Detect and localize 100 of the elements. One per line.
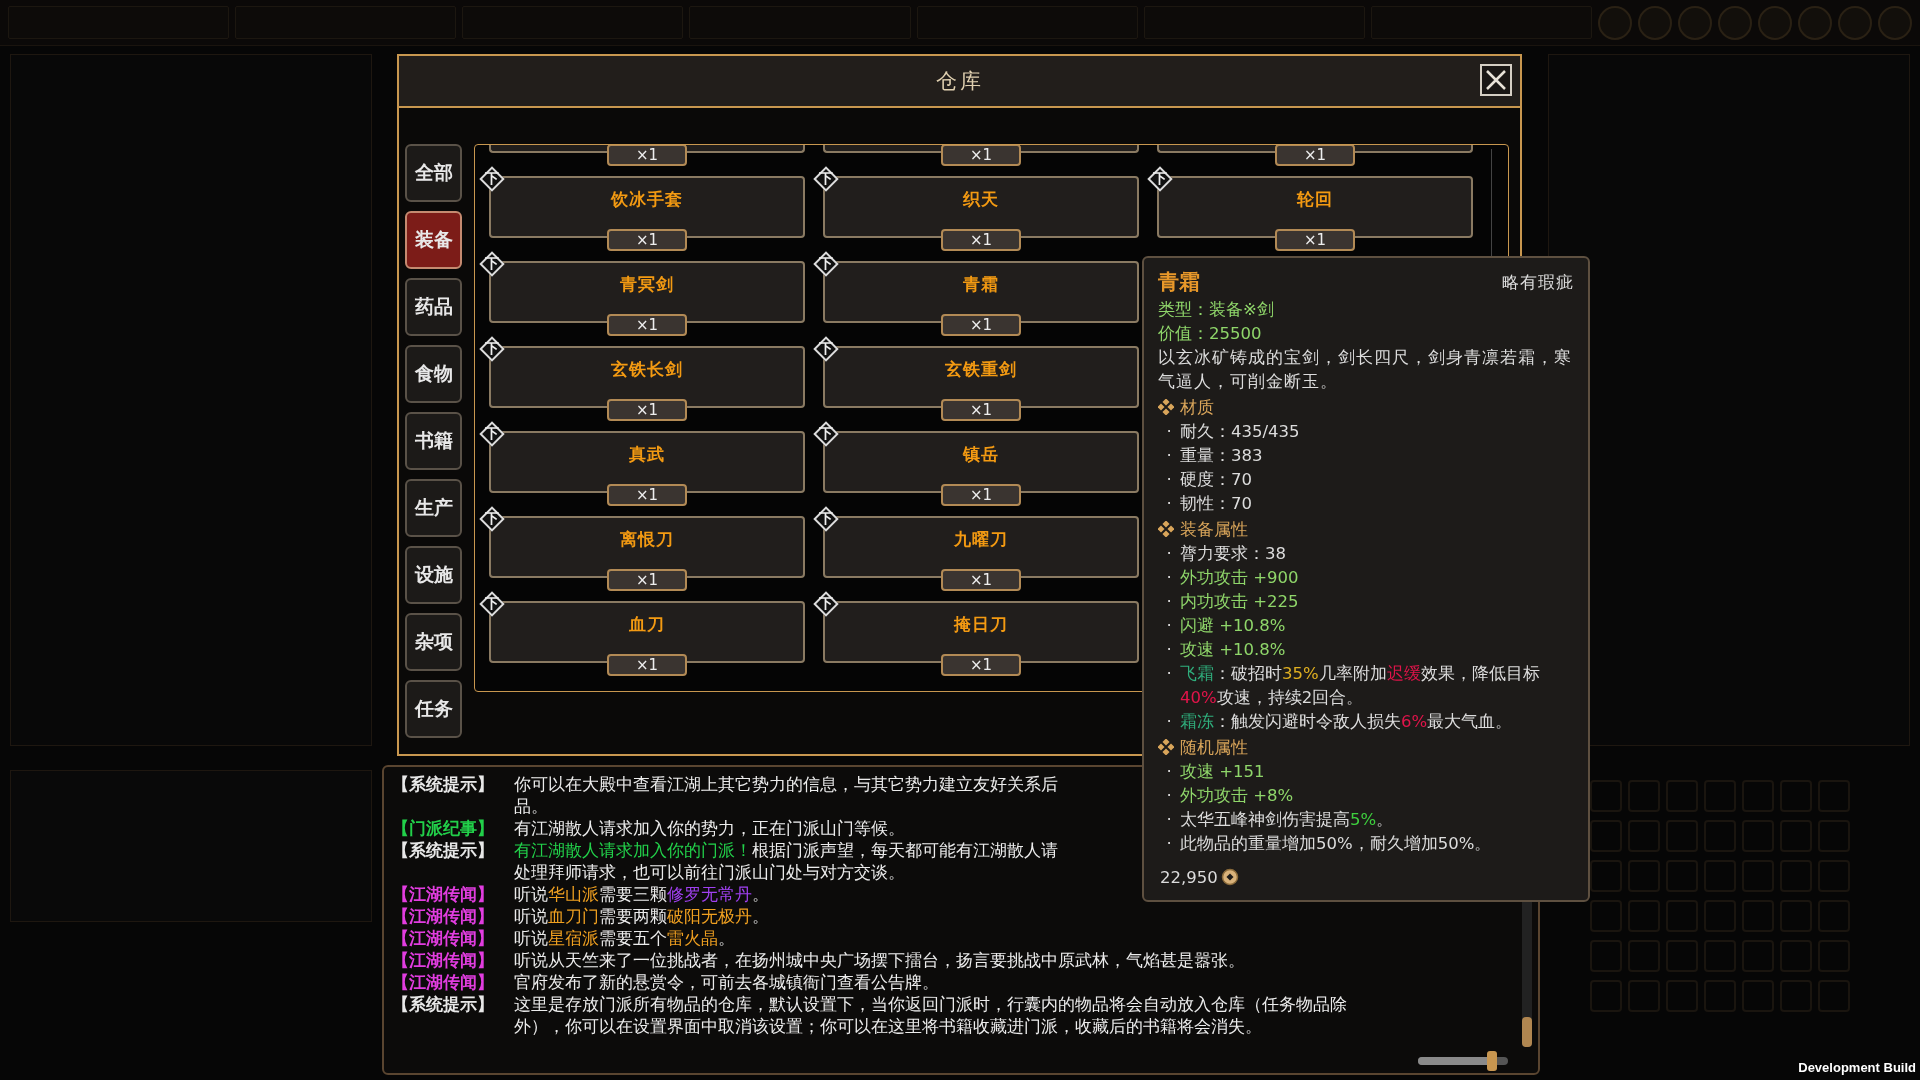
category-tab[interactable]: 全部 (405, 144, 462, 202)
item-attribute: 闪避 +10.8% (1180, 615, 1286, 637)
item-count: ×1 (941, 145, 1021, 166)
item-title: 青霜 (1158, 269, 1200, 296)
message-text: 你可以在大殿中查看江湖上其它势力的信息，与其它势力建立友好关系后 (514, 772, 1058, 796)
menu-icon[interactable] (1758, 6, 1792, 40)
message-tag: 【门派纪事】 (392, 816, 514, 840)
item-attribute: 耐久：435/435 (1180, 421, 1300, 443)
bullet-mark: · (1165, 567, 1173, 589)
item-attribute: 韧性：70 (1180, 493, 1252, 515)
bullet-mark: · (1165, 543, 1173, 565)
category-tab[interactable]: 书籍 (405, 412, 462, 470)
menu-icon[interactable] (1838, 6, 1872, 40)
grade-mark: 下 (811, 249, 841, 279)
item-count: ×1 (941, 654, 1021, 676)
message-tag: 【江湖传闻】 (392, 882, 514, 906)
diamond-cluster-icon (1158, 739, 1174, 755)
message-tag: 【系统提示】 (392, 992, 514, 1016)
diamond-cluster-icon (1158, 399, 1174, 415)
message-tag: 【江湖传闻】 (392, 904, 514, 928)
item-count: ×1 (607, 229, 687, 251)
bullet-mark: · (1165, 493, 1173, 515)
section-title: 装备属性 (1180, 517, 1248, 541)
menu-icon[interactable] (1798, 6, 1832, 40)
item-count: ×1 (607, 314, 687, 336)
item-count: ×1 (1275, 145, 1355, 166)
zoom-slider[interactable] (1418, 1051, 1508, 1071)
bullet-mark: · (1165, 469, 1173, 491)
category-tab[interactable]: 任务 (405, 680, 462, 738)
grade-mark: 下 (811, 419, 841, 449)
bullet-mark: · (1165, 809, 1173, 831)
category-tab[interactable]: 设施 (405, 546, 462, 604)
item-attribute: 外功攻击 +8% (1180, 785, 1294, 807)
bullet-mark: · (1165, 785, 1173, 807)
bullet-mark: · (1165, 421, 1173, 443)
close-icon (1484, 68, 1508, 92)
menu-icon[interactable] (1638, 6, 1672, 40)
item-attribute: 此物品的重量增加50%，耐久增加50%。 (1180, 833, 1492, 855)
item-price: 22,950 (1160, 867, 1218, 887)
message-text: 听说血刀门需要两颗破阳无极丹。 (514, 904, 769, 928)
grade-mark: 下 (477, 589, 507, 619)
menu-icon[interactable] (1598, 6, 1632, 40)
menu-icon[interactable] (1718, 6, 1752, 40)
coin-icon (1220, 868, 1239, 886)
section-title: 随机属性 (1180, 735, 1248, 759)
grade-mark: 下 (477, 504, 507, 534)
message-tag: 【系统提示】 (392, 838, 514, 862)
message-text: 处理拜师请求，也可以前往门派山门处与对方交谈。 (514, 860, 905, 884)
item-attribute: 膂力要求：38 (1180, 543, 1286, 565)
grade-mark: 下 (477, 164, 507, 194)
item-attribute: 外功攻击 +900 (1180, 567, 1299, 589)
item-count: ×1 (941, 314, 1021, 336)
slider-thumb[interactable] (1486, 1051, 1497, 1071)
message-tag: 【江湖传闻】 (392, 970, 514, 994)
item-count: ×1 (607, 145, 687, 166)
message-text: 外），你可以在设置界面中取消该设置；你可以在这里将书籍收藏进门派，收藏后的书籍将会消失。 (514, 1014, 1262, 1038)
message-text: 这里是存放门派所有物品的仓库，默认设置下，当你返回门派时，行囊内的物品将会自动放入仓库（任务物品除 (514, 992, 1347, 1016)
item-quality: 略有瑕疵 (1502, 270, 1574, 294)
message-text: 听说星宿派需要五个雷火晶。 (514, 926, 735, 950)
bullet-mark: · (1165, 445, 1173, 467)
item-count: ×1 (607, 654, 687, 676)
grade-mark: 下 (811, 334, 841, 364)
bullet-mark: · (1165, 591, 1173, 613)
close-button[interactable] (1480, 64, 1512, 96)
category-tab[interactable]: 生产 (405, 479, 462, 537)
item-count: ×1 (941, 229, 1021, 251)
bullet-mark: · (1165, 761, 1173, 783)
item-attribute: 攻速 +10.8% (1180, 639, 1286, 661)
category-tab[interactable]: 装备 (405, 211, 462, 269)
item-attribute: 霜冻：触发闪避时令敌人损失6%最大气血。 (1180, 711, 1513, 733)
item-count: ×1 (941, 484, 1021, 506)
item-description: 以玄冰矿铸成的宝剑，剑长四尺，剑身青凛若霜，寒气逼人，可削金断玉。 (1158, 347, 1573, 393)
grade-mark: 下 (811, 504, 841, 534)
item-count: ×1 (607, 484, 687, 506)
message-text: 官府发布了新的悬赏令，可前去各城镇衙门查看公告牌。 (514, 970, 939, 994)
dialog-title: 仓库 (935, 68, 984, 95)
category-tab[interactable]: 杂项 (405, 613, 462, 671)
build-label: Development Build (1798, 1060, 1916, 1075)
menu-icon[interactable] (1878, 6, 1912, 40)
item-count: ×1 (607, 569, 687, 591)
bullet-mark: · (1165, 663, 1173, 685)
grade-mark: 下 (811, 589, 841, 619)
item-count: ×1 (1275, 229, 1355, 251)
message-text: 有江湖散人请求加入你的势力，正在门派山门等候。 (514, 816, 905, 840)
item-attribute: 太华五峰神剑伤害提高5%。 (1180, 809, 1394, 831)
item-count: ×1 (941, 399, 1021, 421)
message-text: 有江湖散人请求加入你的门派！根据门派声望，每天都可能有江湖散人请 (514, 838, 1058, 862)
category-tab[interactable]: 药品 (405, 278, 462, 336)
bullet-mark: · (1165, 639, 1173, 661)
bullet-mark: · (1165, 615, 1173, 637)
bullet-mark: · (1165, 711, 1173, 733)
grade-mark: 下 (477, 419, 507, 449)
scroll-thumb[interactable] (1522, 1017, 1532, 1047)
item-attribute: 硬度：70 (1180, 469, 1252, 491)
grade-mark: 下 (477, 334, 507, 364)
menu-icon[interactable] (1678, 6, 1712, 40)
section-title: 材质 (1180, 395, 1214, 419)
message-tag: 【江湖传闻】 (392, 948, 514, 972)
category-tab[interactable]: 食物 (405, 345, 462, 403)
item-attribute: 重量：383 (1180, 445, 1263, 467)
